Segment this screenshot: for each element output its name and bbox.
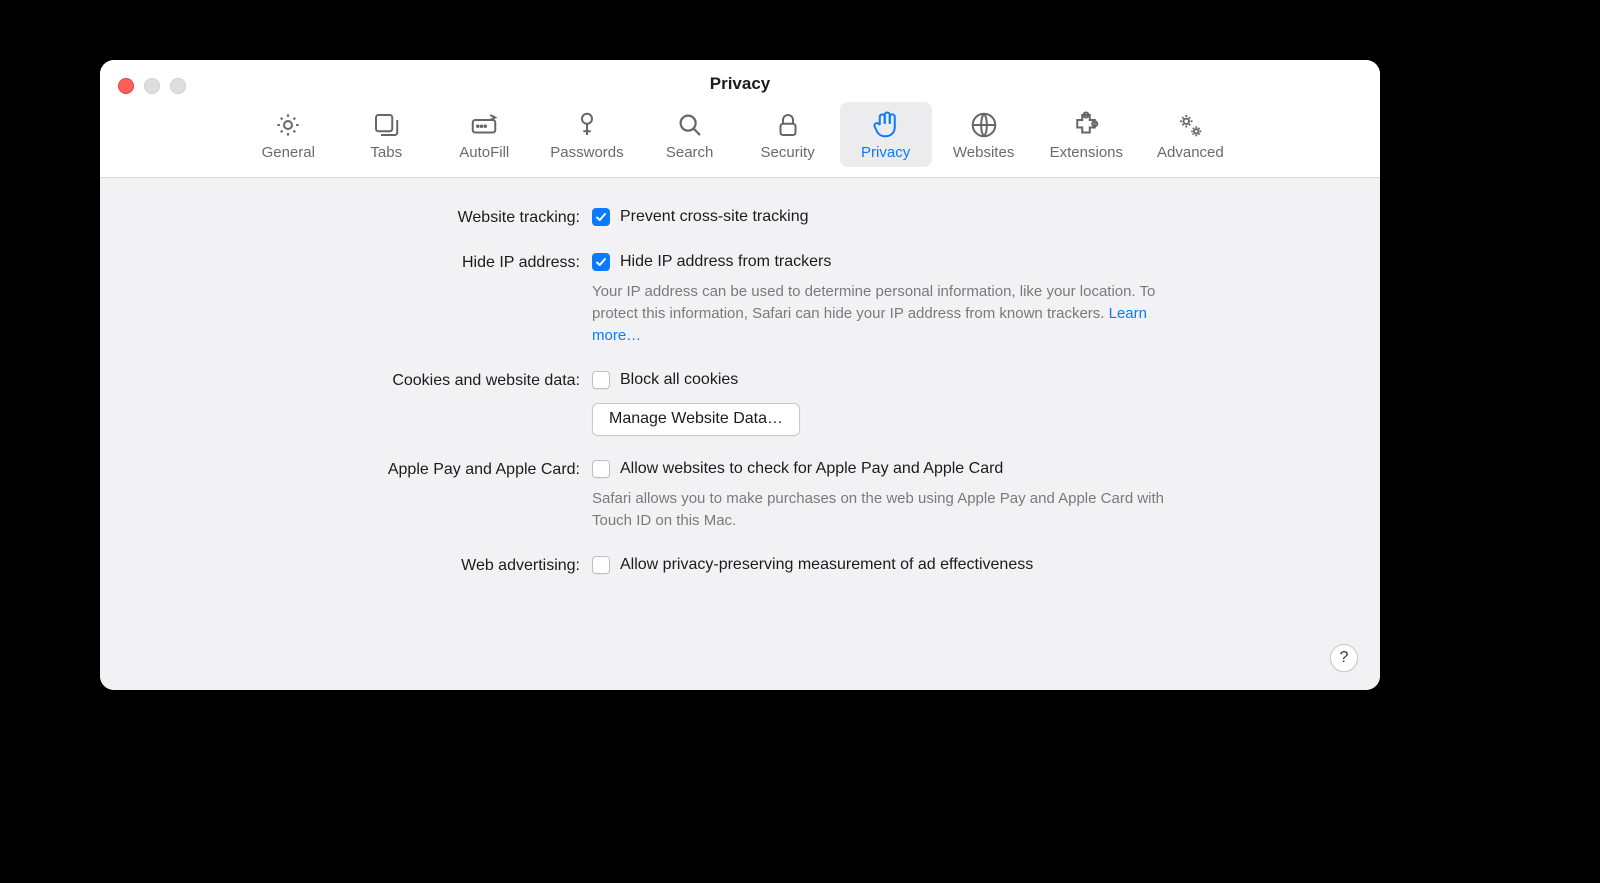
checkbox-apple-pay[interactable]	[592, 460, 610, 478]
label-cookies: Cookies and website data:	[130, 369, 592, 436]
tab-extensions[interactable]: Extensions	[1036, 102, 1137, 167]
tab-label-websites: Websites	[953, 144, 1014, 161]
help-button[interactable]: ?	[1330, 644, 1358, 672]
security-icon	[773, 108, 803, 142]
tab-autofill[interactable]: AutoFill	[438, 102, 530, 167]
checkbox-label-hide-ip: Hide IP address from trackers	[620, 251, 831, 273]
button-manage-website-data[interactable]: Manage Website Data…	[592, 403, 800, 436]
tab-advanced[interactable]: Advanced	[1143, 102, 1238, 167]
window-title: Privacy	[100, 74, 1380, 94]
titlebar: Privacy General Tabs AutoFill Passwords Sear…	[100, 60, 1380, 178]
search-icon	[675, 108, 705, 142]
checkbox-prevent-cross-site-tracking[interactable]	[592, 208, 610, 226]
passwords-icon	[572, 108, 602, 142]
row-cookies: Cookies and website data: Block all cook…	[130, 369, 1350, 436]
tab-label-tabs: Tabs	[370, 144, 402, 161]
checkbox-label-web-advertising: Allow privacy-preserving measurement of …	[620, 554, 1033, 576]
tab-label-passwords: Passwords	[550, 144, 623, 161]
label-apple-pay: Apple Pay and Apple Card:	[130, 458, 592, 532]
tab-label-advanced: Advanced	[1157, 144, 1224, 161]
privacy-pane: Website tracking: Prevent cross-site tra…	[100, 178, 1380, 690]
tab-websites[interactable]: Websites	[938, 102, 1030, 167]
label-website-tracking: Website tracking:	[130, 206, 592, 229]
description-hide-ip: Your IP address can be used to determine…	[592, 281, 1172, 347]
checkbox-hide-ip[interactable]	[592, 253, 610, 271]
tab-label-security: Security	[761, 144, 815, 161]
preferences-window: Privacy General Tabs AutoFill Passwords Sear…	[100, 60, 1380, 690]
extensions-icon	[1071, 108, 1101, 142]
label-web-advertising: Web advertising:	[130, 554, 592, 577]
row-web-advertising: Web advertising: Allow privacy-preservin…	[130, 554, 1350, 577]
label-hide-ip: Hide IP address:	[130, 251, 592, 347]
tab-label-autofill: AutoFill	[459, 144, 509, 161]
row-apple-pay: Apple Pay and Apple Card: Allow websites…	[130, 458, 1350, 532]
checkbox-web-advertising[interactable]	[592, 556, 610, 574]
autofill-icon	[469, 108, 499, 142]
checkbox-label-apple-pay: Allow websites to check for Apple Pay an…	[620, 458, 1003, 480]
tabs-icon	[371, 108, 401, 142]
tab-label-privacy: Privacy	[861, 144, 910, 161]
tab-label-general: General	[262, 144, 315, 161]
general-icon	[273, 108, 303, 142]
preferences-toolbar: General Tabs AutoFill Passwords Search Securi…	[100, 100, 1380, 177]
tab-search[interactable]: Search	[644, 102, 736, 167]
row-website-tracking: Website tracking: Prevent cross-site tra…	[130, 206, 1350, 229]
privacy-icon	[871, 108, 901, 142]
tab-label-extensions: Extensions	[1050, 144, 1123, 161]
checkbox-label-prevent-cross-site-tracking: Prevent cross-site tracking	[620, 206, 809, 228]
tab-passwords[interactable]: Passwords	[536, 102, 637, 167]
tab-label-search: Search	[666, 144, 714, 161]
tab-general[interactable]: General	[242, 102, 334, 167]
tab-security[interactable]: Security	[742, 102, 834, 167]
tab-privacy[interactable]: Privacy	[840, 102, 932, 167]
row-hide-ip: Hide IP address: Hide IP address from tr…	[130, 251, 1350, 347]
advanced-icon	[1175, 108, 1205, 142]
checkbox-block-all-cookies[interactable]	[592, 371, 610, 389]
websites-icon	[969, 108, 999, 142]
description-apple-pay: Safari allows you to make purchases on t…	[592, 488, 1172, 532]
tab-tabs[interactable]: Tabs	[340, 102, 432, 167]
checkbox-label-block-all-cookies: Block all cookies	[620, 369, 738, 391]
